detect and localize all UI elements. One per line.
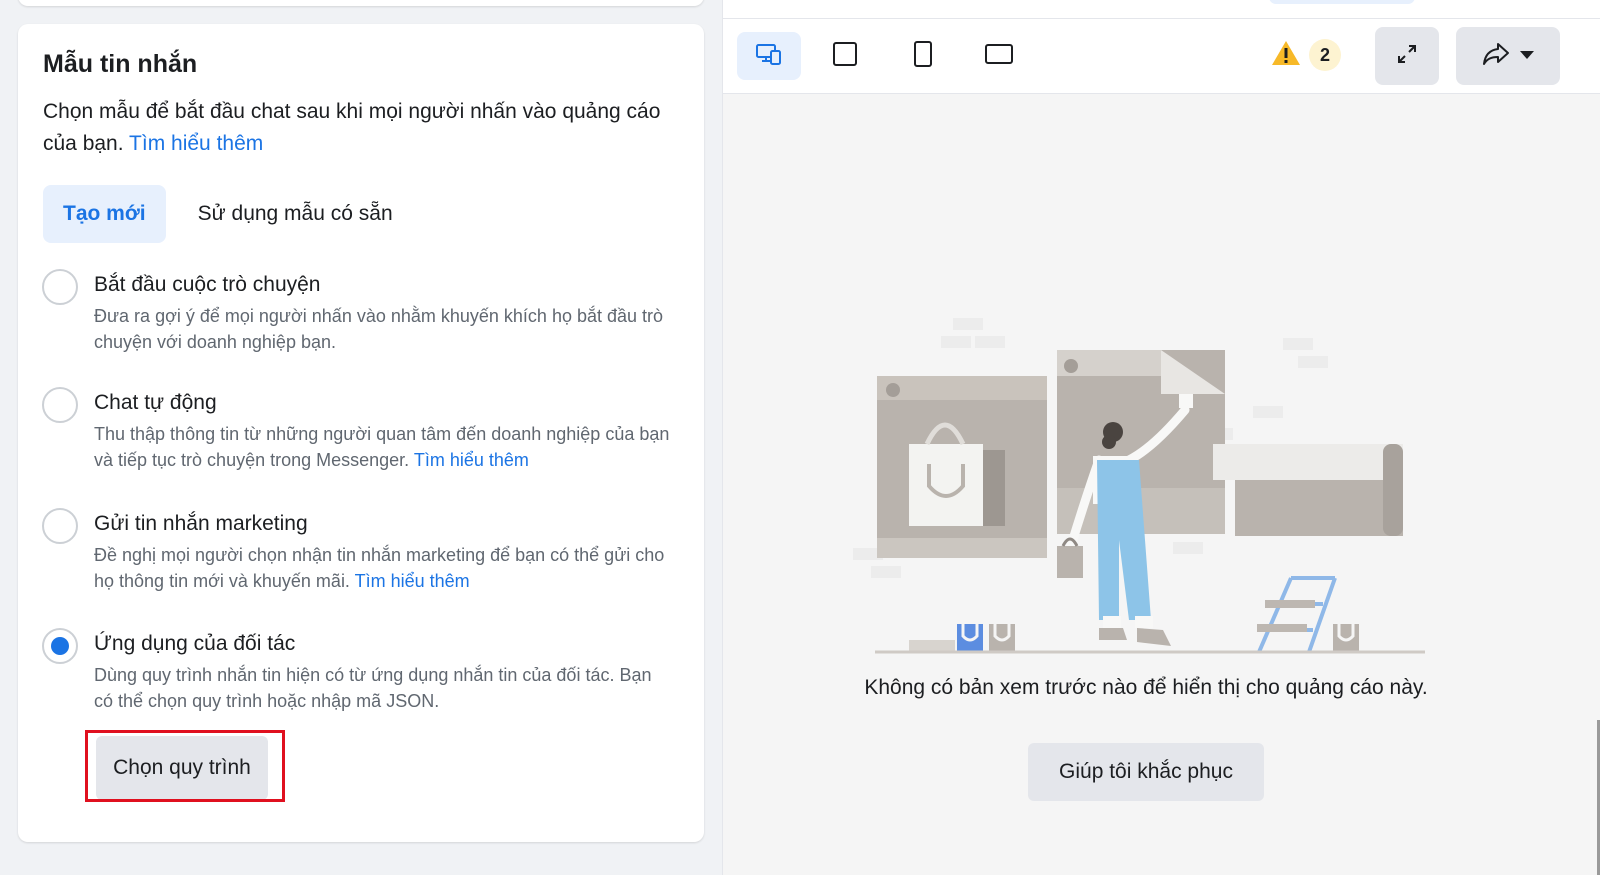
- option-description: Thu thập thông tin từ những người quan t…: [94, 421, 674, 473]
- share-icon: [1481, 41, 1511, 72]
- learn-more-link[interactable]: Tìm hiểu thêm: [129, 132, 263, 155]
- message-template-card: Mẫu tin nhắn Chọn mẫu để bắt đầu chat sa…: [18, 24, 704, 842]
- tab-use-existing[interactable]: Sử dụng mẫu có sẵn: [178, 185, 413, 243]
- portrait-view-button[interactable]: [891, 32, 955, 80]
- option-description-text: Thu thập thông tin từ những người quan t…: [94, 424, 670, 470]
- header-tab-pill[interactable]: [1269, 0, 1415, 4]
- option-description: Đề nghị mọi người chọn nhận tin nhắn mar…: [94, 542, 674, 594]
- learn-more-link[interactable]: Tìm hiểu thêm: [414, 450, 529, 470]
- devices-icon: [755, 42, 783, 71]
- expand-preview-button[interactable]: [1375, 27, 1439, 85]
- radio-start-conversation[interactable]: [42, 269, 78, 305]
- empty-state-illustration: [853, 310, 1433, 660]
- square-view-button[interactable]: [813, 32, 877, 80]
- help-me-fix-button[interactable]: Giúp tôi khắc phục: [1028, 743, 1264, 801]
- warning-count-badge: 2: [1309, 39, 1341, 71]
- previous-card-edge: [18, 0, 704, 6]
- warnings-indicator[interactable]: 2: [1271, 39, 1341, 71]
- expand-icon: [1396, 43, 1418, 70]
- no-preview-message: Không có bản xem trước nào để hiển thị c…: [864, 676, 1428, 699]
- preview-header-strip: [723, 0, 1600, 19]
- ad-preview-panel: 2 Không có bản xem trước nào để hiển thị…: [722, 0, 1600, 875]
- option-title: Gửi tin nhắn marketing: [94, 512, 308, 535]
- card-title: Mẫu tin nhắn: [43, 50, 198, 78]
- share-preview-button[interactable]: [1456, 27, 1560, 85]
- preview-toolbar: 2: [723, 19, 1600, 94]
- card-description: Chọn mẫu để bắt đầu chat sau khi mọi ngư…: [43, 96, 673, 160]
- choose-flow-button[interactable]: Chọn quy trình: [96, 736, 268, 800]
- option-description-text: Đưa ra gợi ý để mọi người nhấn vào nhằm …: [94, 306, 664, 352]
- radio-automated-chat[interactable]: [42, 387, 78, 423]
- learn-more-link[interactable]: Tìm hiểu thêm: [355, 571, 470, 591]
- template-tabs: Tạo mới Sử dụng mẫu có sẵn: [43, 185, 413, 243]
- option-description-text: Dùng quy trình nhắn tin hiện có từ ứng d…: [94, 665, 652, 711]
- option-title: Ứng dụng của đối tác: [94, 632, 296, 655]
- warning-icon: [1271, 40, 1301, 71]
- square-icon: [832, 41, 858, 72]
- option-title: Bắt đầu cuộc trò chuyện: [94, 273, 321, 296]
- caret-down-icon: [1519, 47, 1535, 65]
- radio-partner-app[interactable]: [42, 628, 78, 664]
- tab-create-new[interactable]: Tạo mới: [43, 185, 166, 243]
- option-description: Dùng quy trình nhắn tin hiện có từ ứng d…: [94, 662, 674, 714]
- landscape-icon: [984, 43, 1014, 70]
- radio-marketing-messages[interactable]: [42, 508, 78, 544]
- devices-view-button[interactable]: [737, 32, 801, 80]
- option-description: Đưa ra gợi ý để mọi người nhấn vào nhằm …: [94, 303, 674, 355]
- landscape-view-button[interactable]: [967, 32, 1031, 80]
- portrait-icon: [913, 40, 933, 73]
- option-title: Chat tự động: [94, 391, 217, 414]
